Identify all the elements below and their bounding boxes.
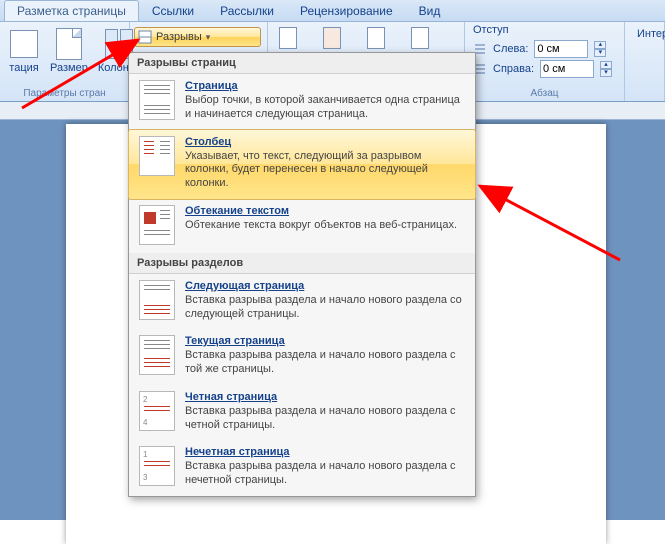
menu-item-title: Обтекание текстом (185, 205, 465, 217)
menu-item-desc: Указывает, что текст, следующий за разры… (185, 150, 465, 191)
menu-item-desc: Вставка разрыва раздела и начало нового … (185, 405, 465, 433)
doc-icon (279, 27, 297, 49)
text-wrapping-icon (139, 205, 175, 245)
doc-icon (323, 27, 341, 49)
menu-item-even-page[interactable]: 2 4 Четная страница Вставка разрыва разд… (129, 385, 475, 441)
indent-right-spinner[interactable]: ▴▾ (600, 61, 612, 77)
page-color-button[interactable] (320, 26, 344, 50)
group-indent: Отступ Слева: ▴▾ Справа: ▴▾ Абзац (465, 22, 625, 101)
menu-item-desc: Вставка разрыва раздела и начало нового … (185, 349, 465, 377)
tab-review[interactable]: Рецензирование (287, 0, 406, 21)
menu-item-desc: Вставка разрыва раздела и начало нового … (185, 460, 465, 488)
indent-left-input[interactable] (534, 40, 588, 58)
column-break-icon (139, 136, 175, 176)
extra-button[interactable] (408, 26, 432, 50)
breaks-button[interactable]: Разрывы ▾ (134, 27, 261, 47)
menu-item-title: Столбец (185, 136, 465, 148)
group-interval: Интер (625, 22, 665, 101)
menu-item-title: Следующая страница (185, 280, 465, 292)
indent-left-spinner[interactable]: ▴▾ (594, 41, 606, 57)
ribbon-tabs: Разметка страницы Ссылки Рассылки Реценз… (0, 0, 665, 22)
continuous-icon (139, 335, 175, 375)
tab-references[interactable]: Ссылки (139, 0, 207, 21)
group-label-paragraph: Абзац (465, 88, 624, 99)
menu-item-text-wrapping[interactable]: Обтекание текстом Обтекание текста вокру… (129, 199, 475, 253)
doc-icon (411, 27, 429, 49)
group-label-page-setup: Параметры стран (0, 88, 129, 99)
indent-right-input[interactable] (540, 60, 594, 78)
group-page-setup: тация Размер Колонки Параметры стран (0, 22, 130, 101)
breaks-icon (138, 30, 152, 44)
tab-view[interactable]: Вид (406, 0, 454, 21)
watermark-button[interactable] (276, 26, 300, 50)
menu-item-odd-page[interactable]: 1 3 Нечетная страница Вставка разрыва ра… (129, 440, 475, 496)
menu-item-title: Текущая страница (185, 335, 465, 347)
dropdown-section-section-breaks: Разрывы разделов (129, 253, 475, 274)
indent-title: Отступ (473, 24, 616, 36)
indent-right-label: Справа: (493, 63, 534, 75)
menu-item-page-break[interactable]: Страница Выбор точки, в которой заканчив… (129, 74, 475, 130)
page-break-icon (139, 80, 175, 120)
page-size-icon (56, 28, 82, 60)
menu-item-desc: Выбор точки, в которой заканчивается одн… (185, 94, 465, 122)
indent-left-label: Слева: (493, 43, 528, 55)
menu-item-desc: Обтекание текста вокруг объектов на веб-… (185, 219, 465, 233)
breaks-dropdown: Разрывы страниц Страница Выбор точки, в … (128, 52, 476, 497)
interval-label: Интер (631, 24, 658, 40)
doc-icon (367, 27, 385, 49)
page-borders-button[interactable] (364, 26, 388, 50)
menu-item-column-break[interactable]: Столбец Указывает, что текст, следующий … (128, 129, 476, 200)
chevron-down-icon: ▾ (206, 32, 211, 43)
menu-item-title: Четная страница (185, 391, 465, 403)
menu-item-title: Нечетная страница (185, 446, 465, 458)
menu-item-continuous[interactable]: Текущая страница Вставка разрыва раздела… (129, 329, 475, 385)
tab-mailings[interactable]: Рассылки (207, 0, 287, 21)
menu-item-next-page[interactable]: Следующая страница Вставка разрыва разде… (129, 274, 475, 330)
even-page-icon: 2 4 (139, 391, 175, 431)
orientation-icon (10, 30, 38, 58)
orientation-button[interactable]: тация (6, 26, 42, 74)
size-button[interactable]: Размер (48, 26, 90, 74)
odd-page-icon: 1 3 (139, 446, 175, 486)
menu-item-desc: Вставка разрыва раздела и начало нового … (185, 294, 465, 322)
breaks-label: Разрывы (156, 31, 202, 43)
next-page-icon (139, 280, 175, 320)
dropdown-section-page-breaks: Разрывы страниц (129, 53, 475, 74)
menu-item-title: Страница (185, 80, 465, 92)
tab-page-layout[interactable]: Разметка страницы (4, 0, 139, 21)
